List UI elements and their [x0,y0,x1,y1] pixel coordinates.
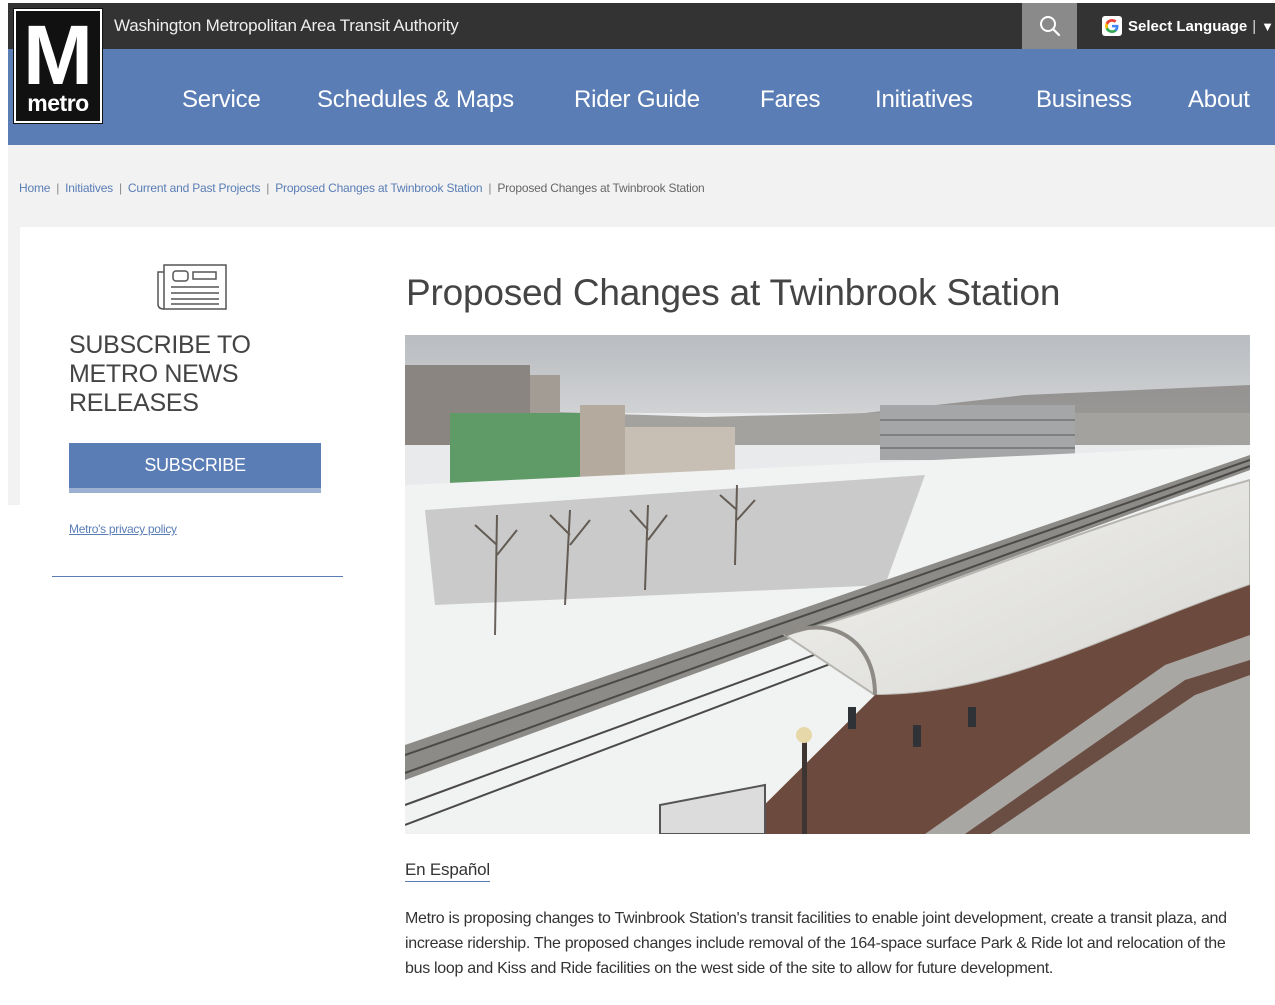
search-button[interactable] [1022,3,1077,49]
breadcrumb-twinbrook[interactable]: Proposed Changes at Twinbrook Station [275,181,482,195]
nav-service[interactable]: Service [182,49,261,145]
breadcrumb-projects[interactable]: Current and Past Projects [128,181,261,195]
search-icon [1039,16,1060,37]
utility-bar: Washington Metropolitan Area Transit Aut… [8,3,1275,49]
sidebar-divider [52,576,343,577]
nav-schedules-maps[interactable]: Schedules & Maps [317,49,514,145]
intro-paragraph: Metro is proposing changes to Twinbrook … [405,910,1227,977]
breadcrumb-separator: | [56,181,60,195]
language-selector[interactable]: Select Language | ▼ [1102,3,1274,49]
nav-about[interactable]: About [1188,49,1250,145]
chevron-down-icon: ▼ [1261,18,1274,34]
nav-fares[interactable]: Fares [760,49,821,145]
metro-logo[interactable]: M metro [13,8,103,124]
logo-text: metro [27,90,89,116]
nav-initiatives[interactable]: Initiatives [875,49,973,145]
newspaper-icon [157,264,227,310]
language-separator: | [1252,17,1257,35]
breadcrumb-current: Proposed Changes at Twinbrook Station [497,181,705,195]
language-label: Select Language [1128,17,1248,35]
nav-business[interactable]: Business [1036,49,1132,145]
breadcrumb-home[interactable]: Home [19,181,50,195]
espanol-link[interactable]: En Español [405,860,490,882]
privacy-policy-link[interactable]: Metro's privacy policy [69,522,177,536]
subscribe-button[interactable]: SUBSCRIBE [69,443,321,493]
sidebar-accent [8,227,20,505]
breadcrumb-separator: | [118,181,122,195]
main-nav: Service Schedules & Maps Rider Guide Far… [8,49,1275,145]
org-name: Washington Metropolitan Area Transit Aut… [114,16,459,35]
breadcrumb-separator: | [488,181,492,195]
google-translate-icon [1102,16,1122,36]
breadcrumb: Home | Initiatives | Current and Past Projec… [19,181,705,195]
logo-letter: M [23,8,93,102]
station-photo [405,335,1250,834]
subscribe-heading: SUBSCRIBE TO METRO NEWS RELEASES [69,331,251,417]
page-title: Proposed Changes at Twinbrook Station [406,272,1061,313]
breadcrumb-initiatives[interactable]: Initiatives [65,181,113,195]
breadcrumb-separator: | [266,181,270,195]
nav-rider-guide[interactable]: Rider Guide [574,49,700,145]
